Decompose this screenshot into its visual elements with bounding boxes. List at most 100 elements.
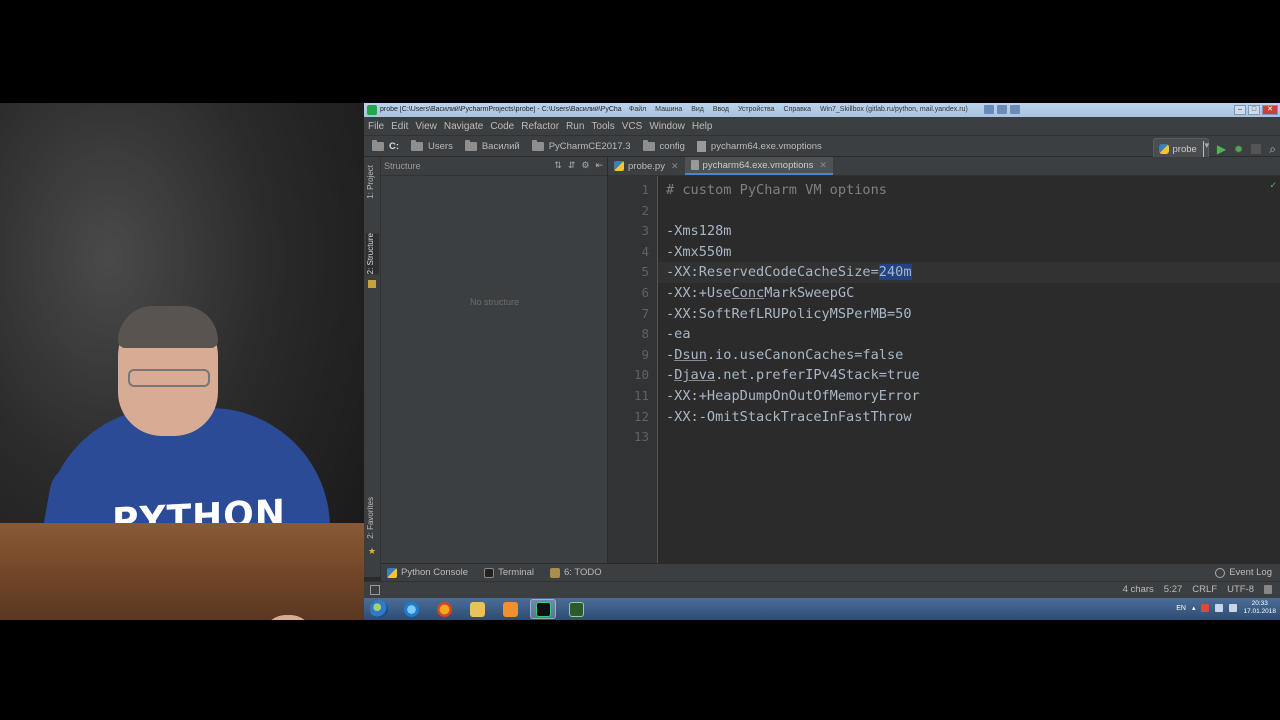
network-icon[interactable] [1215,604,1224,612]
file-encoding[interactable]: UTF-8 [1227,584,1254,595]
menu-window[interactable]: Window [649,121,685,132]
editor-tab-probe-py[interactable]: probe.py ✕ [608,157,685,175]
pycharm-icon [535,601,551,617]
tool-tab-python-console[interactable]: Python Console [387,567,468,578]
tool-tab-favorites[interactable]: 2: Favorites [366,497,379,539]
language-indicator[interactable]: EN [1176,605,1186,612]
line-number: 10 [633,367,649,383]
close-button[interactable]: ✕ [1262,105,1278,115]
left-tool-strip: 1: Project 2: Structure 2: Favorites ★ [364,157,381,577]
code-line[interactable] [658,427,666,448]
taskbar-firefox[interactable] [431,599,457,619]
vm-restore-button[interactable] [997,105,1007,114]
code-line[interactable]: -Xmx550m [658,242,731,263]
vm-menu-item[interactable]: Файл [629,106,646,113]
vm-menu-item[interactable]: Машина [655,106,682,113]
run-icon[interactable]: ▶ [1217,142,1226,156]
windows-taskbar: EN ▴ 20:33 17.01.2018 [364,598,1280,620]
menu-tools[interactable]: Tools [591,121,614,132]
volume-icon[interactable] [1229,604,1238,612]
breadcrumb-drive[interactable]: C: [372,139,400,152]
line-number: 13 [633,429,649,445]
code-line[interactable]: -XX:+UseConcMarkSweepGC [658,283,854,304]
tool-tab-todo[interactable]: 6: TODO [549,567,602,578]
taskbar-media-player[interactable] [497,599,523,619]
vm-minimize-button[interactable] [984,105,994,114]
close-tab-icon[interactable]: ✕ [671,161,679,172]
sort-icon[interactable]: ⇅ [554,160,562,171]
vm-menu-item[interactable]: Вид [691,106,704,113]
breadcrumb-pycharm-config-root[interactable]: PyCharmCE2017.3 [531,139,631,152]
close-tab-icon[interactable]: ✕ [819,160,827,171]
flag-icon[interactable] [1201,604,1210,612]
hide-panel-icon[interactable]: ⇤ [595,160,603,171]
line-separator[interactable]: CRLF [1192,584,1217,595]
taskbar-ie[interactable] [398,599,424,619]
presenter-glasses [128,369,210,387]
lock-icon[interactable] [1264,585,1272,594]
code-line[interactable]: -Dsun.io.useCanonCaches=false [658,345,903,366]
vm-menu-item[interactable]: Справка [784,106,811,113]
minimize-button[interactable]: – [1234,105,1246,115]
debug-icon[interactable]: ✹ [1234,143,1243,156]
breadcrumb-file[interactable]: pycharm64.exe.vmoptions [696,140,822,152]
code-line[interactable]: -XX:SoftRefLRUPolicyMSPerMB=50 [658,304,912,325]
vm-menu-item[interactable]: Устройства [738,106,775,113]
line-number: 12 [633,408,649,424]
editor-tab-vmoptions[interactable]: pycharm64.exe.vmoptions ✕ [684,157,833,175]
run-config-label: probe [1172,143,1197,155]
vm-menu-item[interactable]: Ввод [713,106,729,113]
breadcrumb-label: C: [389,140,400,152]
menu-file[interactable]: File [368,121,384,132]
code-line[interactable] [658,201,666,222]
search-icon[interactable]: ⌕ [1269,142,1276,157]
window-title: probe [C:\Users\Василий\PycharmProjects\… [380,106,622,113]
window-controls: – □ ✕ [1234,105,1278,115]
empty-structure-message: No structure [469,297,520,307]
breadcrumb-config[interactable]: config [642,139,685,152]
menu-navigate[interactable]: Navigate [444,121,483,132]
menu-help[interactable]: Help [692,121,713,132]
panel-title: Structure [384,161,421,171]
code-line[interactable]: -XX:ReservedCodeCacheSize=240m [658,262,1280,283]
tool-tab-terminal[interactable]: Terminal [484,567,534,578]
menu-code[interactable]: Code [490,121,514,132]
code-line[interactable]: -ea [658,324,691,345]
tray-arrow-icon[interactable]: ▴ [1192,604,1196,612]
taskbar-explorer[interactable] [464,599,490,619]
taskbar-console[interactable] [563,599,589,619]
code-line[interactable]: -XX:-OmitStackTraceInFastThrow [658,407,912,428]
breadcrumb-label: config [659,140,685,152]
tool-windows-toggle-icon[interactable] [370,585,380,595]
breadcrumb-user[interactable]: Василий [464,139,520,152]
line-number: 11 [633,388,649,403]
taskbar-pycharm[interactable] [530,599,556,619]
stop-icon[interactable] [1251,144,1262,154]
vm-close-button[interactable] [1010,105,1020,114]
start-button[interactable] [370,600,388,618]
menu-view[interactable]: View [415,121,437,132]
line-number: 5 [641,264,649,280]
menu-refactor[interactable]: Refactor [521,121,559,132]
menu-edit[interactable]: Edit [391,121,408,132]
terminal-icon [484,567,495,578]
menu-vcs[interactable]: VCS [622,121,643,132]
code-line[interactable]: -Djava.net.preferIPv4Stack=true [658,365,920,386]
menu-run[interactable]: Run [566,121,584,132]
title-bar: probe [C:\Users\Василий\PycharmProjects\… [364,103,1280,117]
caret-position[interactable]: 5:27 [1164,584,1183,595]
presenter-hair [118,306,218,348]
code-editor[interactable]: ✓ # custom PyCharm VM options -Xms128m -Xm… [658,176,1280,563]
tool-tab-structure[interactable]: 2: Structure [366,233,379,275]
tool-tab-event-log[interactable]: Event Log [1215,567,1272,578]
tool-tab-project[interactable]: 1: Project [366,165,379,199]
code-line[interactable]: -XX:+HeapDumpOnOutOfMemoryError [658,386,920,407]
collapse-icon[interactable]: ⇵ [568,160,576,171]
maximize-button[interactable]: □ [1248,105,1260,115]
code-line[interactable]: -Xms128m [658,221,731,242]
clock[interactable]: 20:33 17.01.2018 [1243,600,1276,616]
code-line[interactable]: # custom PyCharm VM options [658,180,887,201]
gear-icon[interactable]: ⚙ [581,160,589,171]
breadcrumb-users[interactable]: Users [411,139,453,152]
structure-panel-header: Structure ⇅ ⇵ ⚙ ⇤ [381,157,607,176]
